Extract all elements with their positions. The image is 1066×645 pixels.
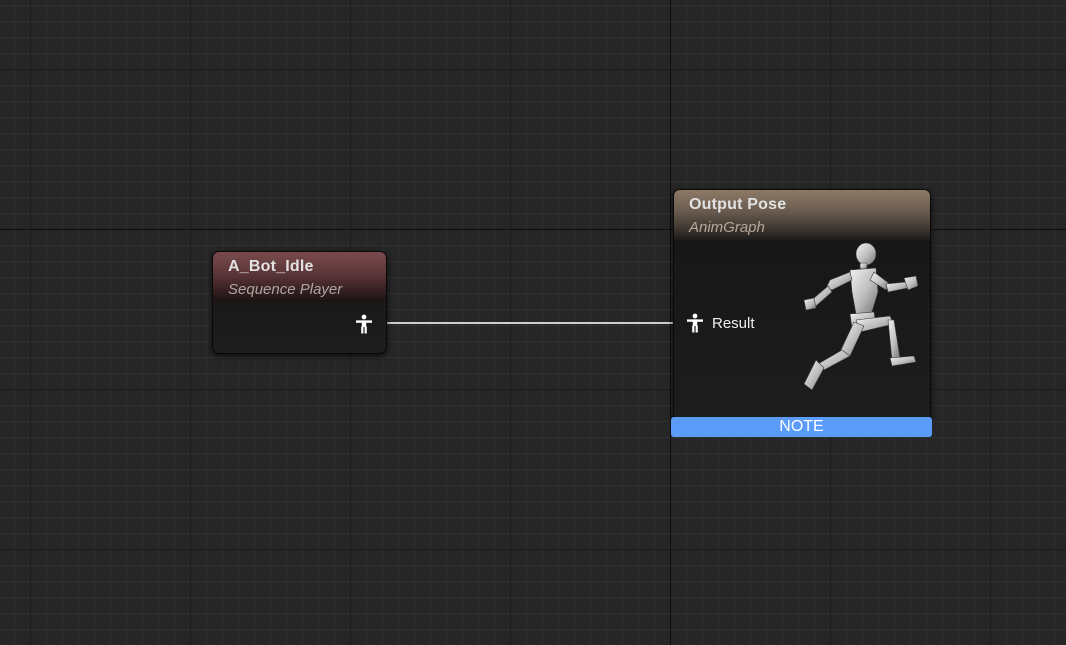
sequence-player-node[interactable]: A_Bot_Idle Sequence Player (212, 251, 387, 354)
anim-graph-canvas[interactable]: A_Bot_Idle Sequence Player Output Pose A… (0, 0, 1066, 645)
pose-pin-icon[interactable] (355, 314, 373, 334)
node-title: Output Pose (689, 196, 787, 213)
node-subtitle: AnimGraph (689, 219, 765, 236)
note-button[interactable]: NOTE (671, 417, 932, 437)
pose-output-pin[interactable] (355, 314, 373, 334)
result-input-pin[interactable]: Result (686, 313, 755, 333)
output-pose-node[interactable]: Output Pose AnimGraph Result (673, 189, 931, 421)
node-header[interactable]: Output Pose AnimGraph (674, 190, 930, 240)
node-header[interactable]: A_Bot_Idle Sequence Player (213, 252, 386, 302)
result-pin-label: Result (712, 314, 755, 332)
node-subtitle: Sequence Player (228, 281, 343, 298)
pose-pin-icon[interactable] (686, 313, 704, 333)
node-title: A_Bot_Idle (228, 258, 314, 275)
running-mannequin-icon (803, 242, 919, 391)
